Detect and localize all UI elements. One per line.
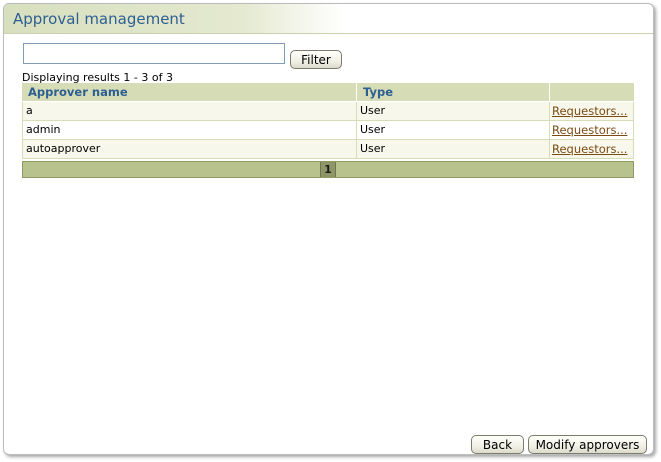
column-header-approver-name[interactable]: Approver name: [22, 83, 357, 101]
approver-name-cell: a: [22, 102, 357, 120]
table-row: admin User Requestors...: [22, 121, 634, 140]
approver-type-cell: User: [357, 102, 550, 120]
pagination-bar: 1: [22, 161, 634, 178]
table-row: a User Requestors...: [22, 102, 634, 121]
filter-button[interactable]: Filter: [290, 50, 342, 69]
approver-type-cell: User: [357, 140, 550, 158]
column-header-type[interactable]: Type: [357, 83, 550, 101]
table-row: autoapprover User Requestors...: [22, 140, 634, 159]
approver-name-cell: autoapprover: [22, 140, 357, 158]
requestors-link[interactable]: Requestors...: [552, 104, 627, 118]
title-bar: Approval management: [4, 4, 344, 33]
filter-input[interactable]: [23, 43, 285, 64]
title-divider: [4, 33, 653, 34]
approvers-table: Approver name Type a User Requestors... …: [22, 83, 634, 178]
requestors-link[interactable]: Requestors...: [552, 123, 627, 137]
page-title: Approval management: [13, 10, 185, 28]
back-button[interactable]: Back: [471, 435, 524, 454]
current-page-indicator[interactable]: 1: [320, 162, 336, 177]
action-cell: Requestors...: [550, 121, 634, 139]
modify-approvers-button[interactable]: Modify approvers: [528, 435, 647, 454]
column-header-actions: [550, 83, 634, 101]
approver-type-cell: User: [357, 121, 550, 139]
requestors-link[interactable]: Requestors...: [552, 142, 627, 156]
action-cell: Requestors...: [550, 140, 634, 158]
action-cell: Requestors...: [550, 102, 634, 120]
approval-panel: Approval management Filter Displaying re…: [3, 3, 654, 455]
approver-name-cell: admin: [22, 121, 357, 139]
table-header: Approver name Type: [22, 83, 634, 102]
